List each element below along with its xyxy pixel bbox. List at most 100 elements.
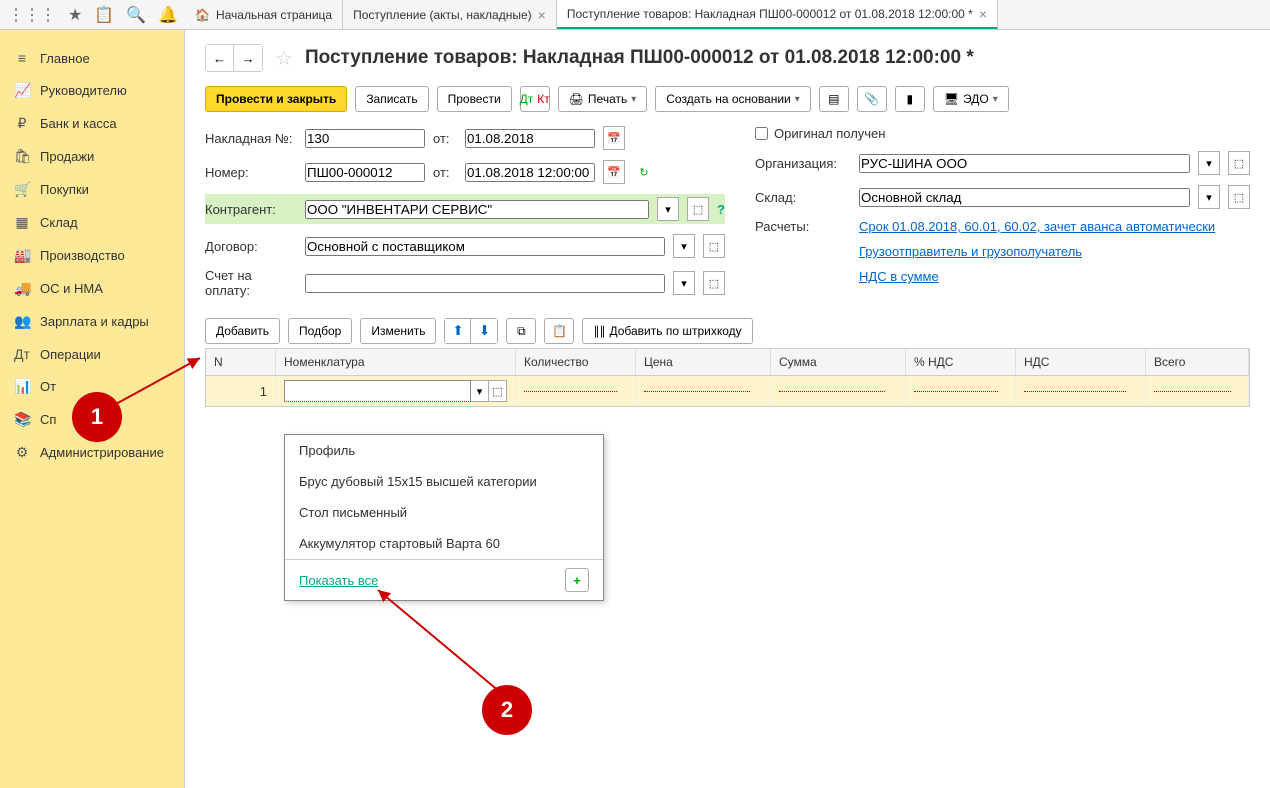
favorite-star-icon[interactable]: ☆ bbox=[275, 46, 293, 71]
original-checkbox-input[interactable] bbox=[755, 127, 768, 140]
dtkt-button[interactable]: ДтКт bbox=[520, 86, 550, 112]
sidebar-item-bank[interactable]: ₽Банк и касса bbox=[0, 107, 184, 140]
items-table: N Номенклатура Количество Цена Сумма % Н… bbox=[205, 348, 1250, 407]
sidebar-item-manager[interactable]: 📈 Руководителю bbox=[0, 74, 184, 107]
close-icon[interactable]: × bbox=[538, 7, 546, 23]
original-received-checkbox[interactable]: Оригинал получен bbox=[755, 126, 885, 141]
dropdown-icon[interactable]: ▾ bbox=[1198, 185, 1220, 209]
star-icon[interactable]: ★ bbox=[68, 5, 82, 25]
create-based-button[interactable]: Создать на основании bbox=[655, 86, 811, 112]
dropdown-icon[interactable]: ▾ bbox=[471, 380, 489, 402]
copy-button[interactable]: ⧉ bbox=[506, 318, 536, 344]
sidebar-item-sales[interactable]: 🛍Продажи bbox=[0, 140, 184, 173]
payment-invoice-input[interactable] bbox=[305, 274, 665, 293]
org-input[interactable] bbox=[859, 154, 1190, 173]
calendar-icon[interactable]: 📅 bbox=[603, 160, 625, 184]
open-icon[interactable]: ⬚ bbox=[1228, 151, 1250, 175]
save-button[interactable]: Записать bbox=[355, 86, 428, 112]
sidebar-item-assets[interactable]: 🚚ОС и НМА bbox=[0, 272, 184, 305]
open-icon[interactable]: ⬚ bbox=[1228, 185, 1250, 209]
calendar-icon[interactable]: 📅 bbox=[603, 126, 625, 150]
print-button[interactable]: 🖨 Печать bbox=[558, 86, 648, 112]
dropdown-icon[interactable]: ▾ bbox=[673, 234, 695, 258]
add-button[interactable]: Добавить bbox=[205, 318, 280, 344]
menu-icon: ≡ bbox=[14, 50, 30, 66]
invoice-date-input[interactable] bbox=[465, 129, 595, 148]
sidebar-label: Руководителю bbox=[40, 83, 127, 98]
open-icon[interactable]: ⬚ bbox=[489, 380, 507, 402]
tab-postuplenie[interactable]: Поступление (акты, накладные) × bbox=[343, 0, 557, 29]
help-icon[interactable]: ? bbox=[717, 202, 725, 217]
sidebar-item-warehouse[interactable]: ▦Склад bbox=[0, 206, 184, 239]
col-vat: НДС bbox=[1016, 349, 1146, 375]
sidebar-item-operations[interactable]: ДтОперации bbox=[0, 338, 184, 370]
nomenclature-input[interactable] bbox=[284, 380, 471, 402]
move-buttons: ⬆ ⬇ bbox=[444, 318, 498, 344]
apps-icon[interactable]: ⋮⋮⋮ bbox=[8, 5, 56, 25]
col-total: Всего bbox=[1146, 349, 1249, 375]
invoice-num-input[interactable] bbox=[305, 129, 425, 148]
show-all-link[interactable]: Показать все bbox=[299, 573, 378, 588]
sidebar-item-main[interactable]: ≡Главное bbox=[0, 42, 184, 74]
cell-total[interactable] bbox=[1146, 376, 1249, 406]
vat-link[interactable]: НДС в сумме bbox=[859, 269, 939, 284]
dropdown-item[interactable]: Брус дубовый 15х15 высшей категории bbox=[285, 466, 603, 497]
sidebar-item-production[interactable]: 🏭Производство bbox=[0, 239, 184, 272]
cell-qty[interactable] bbox=[516, 376, 636, 406]
cell-vat-percent[interactable] bbox=[906, 376, 1016, 406]
contract-input[interactable] bbox=[305, 237, 665, 256]
sidebar-label: Склад bbox=[40, 215, 78, 230]
cell-nomenclature[interactable]: ▾ ⬚ bbox=[276, 376, 516, 406]
add-new-button[interactable]: + bbox=[565, 568, 589, 592]
tab-home[interactable]: 🏠 Начальная страница bbox=[185, 0, 343, 29]
doc-datetime-input[interactable] bbox=[465, 163, 595, 182]
number-input[interactable] bbox=[305, 163, 425, 182]
attach-button[interactable]: 📎 bbox=[857, 86, 887, 112]
close-icon[interactable]: × bbox=[979, 6, 987, 22]
post-close-button[interactable]: Провести и закрыть bbox=[205, 86, 347, 112]
dropdown-icon[interactable]: ▾ bbox=[673, 271, 695, 295]
sidebar-item-salary[interactable]: 👥Зарплата и кадры bbox=[0, 305, 184, 338]
post-button[interactable]: Провести bbox=[437, 86, 512, 112]
table-row[interactable]: 1 ▾ ⬚ bbox=[206, 376, 1249, 406]
move-down-button[interactable]: ⬇ bbox=[471, 319, 497, 343]
warehouse-input[interactable] bbox=[859, 188, 1190, 207]
from-label2: от: bbox=[433, 165, 457, 180]
dropdown-icon[interactable]: ▾ bbox=[1198, 151, 1220, 175]
calc-link[interactable]: Срок 01.08.2018, 60.01, 60.02, зачет ава… bbox=[859, 219, 1215, 234]
bell-icon[interactable]: 🔔 bbox=[158, 5, 178, 25]
refresh-icon[interactable]: ↻ bbox=[633, 160, 655, 184]
col-price: Цена bbox=[636, 349, 771, 375]
gear-icon: ⚙ bbox=[14, 444, 30, 461]
report-button[interactable]: ▮ bbox=[895, 86, 925, 112]
search-icon[interactable]: 🔍 bbox=[126, 5, 146, 25]
forward-button[interactable]: → bbox=[234, 45, 262, 71]
cell-sum[interactable] bbox=[771, 376, 906, 406]
back-button[interactable]: ← bbox=[206, 45, 234, 71]
shipper-link[interactable]: Грузоотправитель и грузополучатель bbox=[859, 244, 1082, 259]
open-icon[interactable]: ⬚ bbox=[703, 271, 725, 295]
select-button[interactable]: Подбор bbox=[288, 318, 352, 344]
from-label: от: bbox=[433, 131, 457, 146]
edo-button[interactable]: 🖥 ЭДО bbox=[933, 86, 1009, 112]
sidebar-label: Администрирование bbox=[40, 445, 164, 460]
dropdown-item[interactable]: Профиль bbox=[285, 435, 603, 466]
dropdown-item[interactable]: Стол письменный bbox=[285, 497, 603, 528]
sidebar-item-purchases[interactable]: 🛒Покупки bbox=[0, 173, 184, 206]
tab-document[interactable]: Поступление товаров: Накладная ПШ00-0000… bbox=[557, 0, 998, 29]
tab-label: Поступление товаров: Накладная ПШ00-0000… bbox=[567, 7, 973, 21]
counterparty-input[interactable] bbox=[305, 200, 649, 219]
clipboard-icon[interactable]: 📋 bbox=[94, 5, 114, 25]
add-barcode-button[interactable]: ∥∥ Добавить по штрихкоду bbox=[582, 318, 752, 344]
dropdown-icon[interactable]: ▾ bbox=[657, 197, 679, 221]
open-icon[interactable]: ⬚ bbox=[687, 197, 709, 221]
cell-price[interactable] bbox=[636, 376, 771, 406]
dropdown-item[interactable]: Аккумулятор стартовый Варта 60 bbox=[285, 528, 603, 559]
edit-button[interactable]: Изменить bbox=[360, 318, 436, 344]
move-up-button[interactable]: ⬆ bbox=[445, 319, 471, 343]
open-icon[interactable]: ⬚ bbox=[703, 234, 725, 258]
struct-button[interactable]: ▤ bbox=[819, 86, 849, 112]
chart-icon: 📈 bbox=[14, 82, 30, 99]
paste-button[interactable]: 📋 bbox=[544, 318, 574, 344]
cell-vat[interactable] bbox=[1016, 376, 1146, 406]
